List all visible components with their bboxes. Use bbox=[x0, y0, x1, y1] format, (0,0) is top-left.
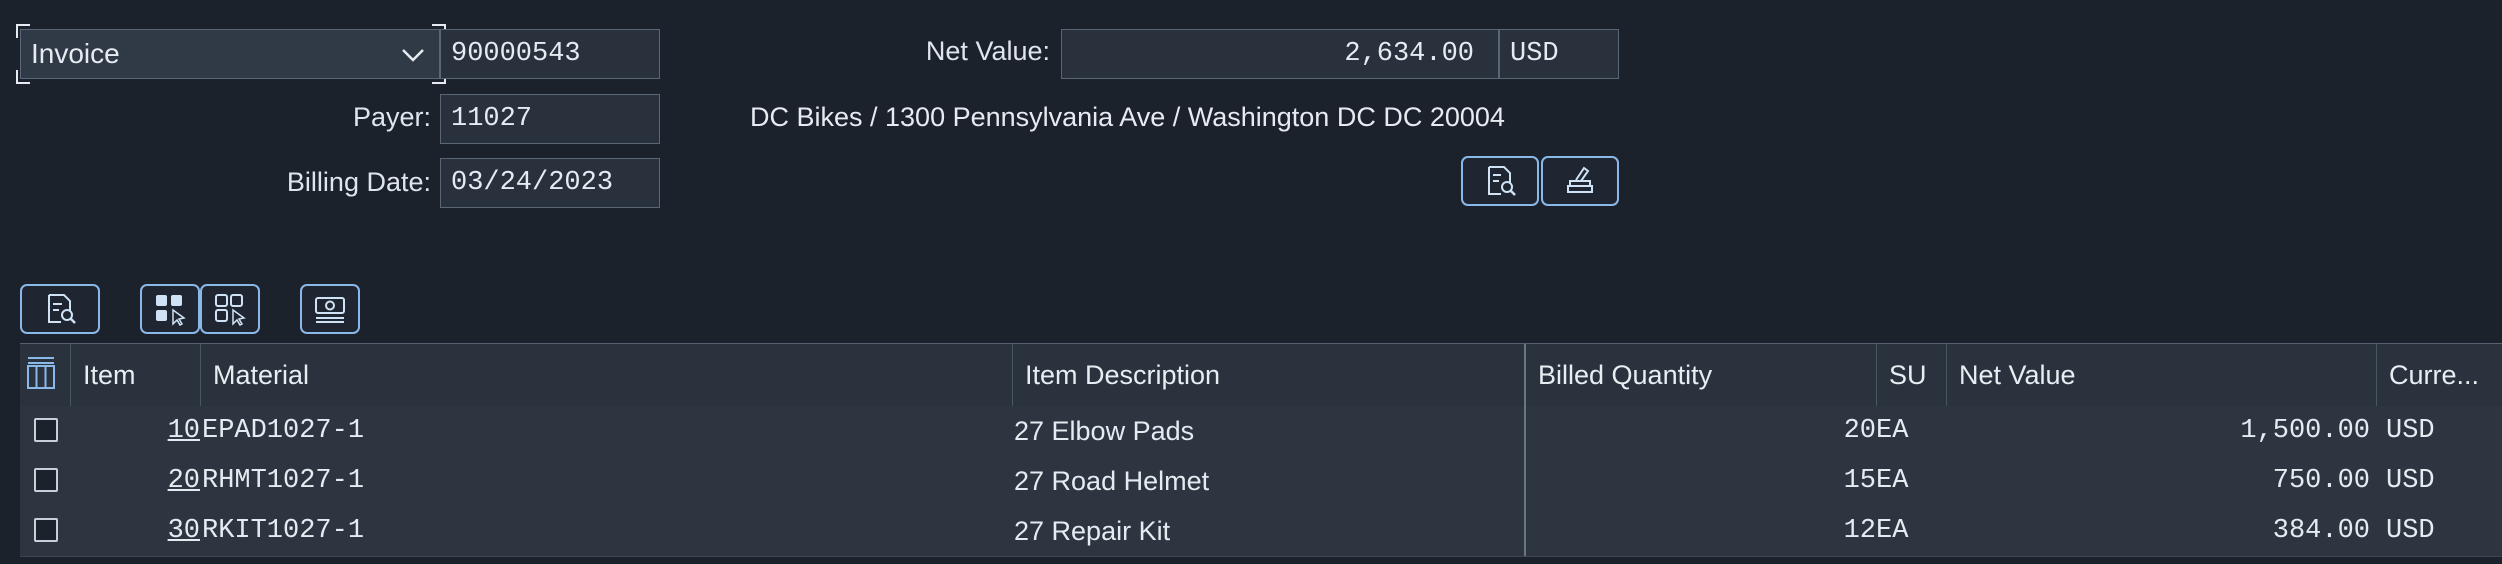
table-row[interactable]: 10 EPAD1027-1 27 Elbow Pads 20 EA 1,500.… bbox=[20, 406, 2502, 457]
column-header-billed-quantity[interactable]: Billed Quantity bbox=[1524, 344, 1896, 406]
column-header-currency[interactable]: Curre... bbox=[2376, 344, 2502, 406]
net-value-field: 2,634.00 bbox=[1061, 29, 1499, 79]
cell-billed-quantity: 12 bbox=[1524, 506, 1876, 556]
cell-currency: USD bbox=[2386, 416, 2435, 446]
focus-corner bbox=[16, 24, 30, 38]
cell-su: EA bbox=[1876, 466, 1909, 496]
currency-field: USD bbox=[1499, 29, 1619, 79]
row-select-checkbox[interactable] bbox=[34, 418, 58, 442]
focus-corner bbox=[16, 70, 30, 84]
cell-currency: USD bbox=[2386, 466, 2435, 496]
cell-su: EA bbox=[1876, 516, 1909, 546]
table-row[interactable]: 20 RHMT1027-1 27 Road Helmet 15 EA 750.0… bbox=[20, 456, 2502, 507]
details-icon bbox=[48, 294, 76, 324]
cell-su: EA bbox=[1876, 416, 1909, 446]
select-all-icon bbox=[156, 295, 186, 326]
billing-date-field[interactable]: 03/24/2023 bbox=[440, 158, 660, 208]
cell-billed-quantity: 15 bbox=[1524, 456, 1876, 506]
table-row[interactable]: 30 RKIT1027-1 27 Repair Kit 12 EA 384.00… bbox=[20, 506, 2502, 557]
deselect-all-button[interactable] bbox=[200, 284, 260, 334]
cell-item[interactable]: 10 bbox=[70, 406, 200, 456]
document-type-value: Invoice bbox=[31, 38, 120, 69]
column-header-material[interactable]: Material bbox=[200, 344, 1012, 406]
cell-currency: USD bbox=[2386, 516, 2435, 546]
cell-description: 27 Road Helmet bbox=[1014, 466, 1210, 496]
payer-field[interactable]: 11027 bbox=[440, 94, 660, 144]
document-search-icon bbox=[1488, 166, 1516, 196]
pricing-icon bbox=[315, 297, 345, 323]
billing-date-label: Billing Date: bbox=[286, 167, 431, 197]
column-settings-icon bbox=[27, 357, 55, 389]
cell-item[interactable]: 30 bbox=[70, 506, 200, 556]
column-header-su[interactable]: SU bbox=[1876, 344, 1946, 406]
cell-description: 27 Elbow Pads bbox=[1014, 416, 1195, 446]
cell-material: RHMT1027-1 bbox=[202, 466, 365, 496]
column-settings-button[interactable] bbox=[26, 354, 56, 392]
row-select-checkbox[interactable] bbox=[34, 468, 58, 492]
deselect-all-icon bbox=[215, 294, 246, 326]
payer-address: DC Bikes / 1300 Pennsylvania Ave / Washi… bbox=[750, 102, 1505, 132]
column-header-description[interactable]: Item Description bbox=[1012, 344, 1524, 406]
cell-description: 27 Repair Kit bbox=[1014, 516, 1171, 546]
clear-button[interactable] bbox=[1541, 156, 1619, 206]
row-select-checkbox[interactable] bbox=[34, 518, 58, 542]
item-details-button[interactable] bbox=[20, 284, 100, 334]
pricing-button[interactable] bbox=[300, 284, 360, 334]
cell-material: RKIT1027-1 bbox=[202, 516, 365, 546]
net-value-label: Net Value: bbox=[925, 36, 1050, 66]
clear-icon bbox=[1567, 166, 1593, 193]
column-header-item[interactable]: Item bbox=[70, 344, 200, 406]
document-number-field[interactable]: 90000543 bbox=[440, 29, 660, 79]
cell-net-value: 1,500.00 bbox=[2240, 416, 2370, 446]
display-document-button[interactable] bbox=[1461, 156, 1539, 206]
cell-net-value: 750.00 bbox=[2272, 466, 2370, 496]
document-type-dropdown[interactable]: Invoice bbox=[20, 29, 440, 79]
chevron-down-icon bbox=[402, 49, 424, 62]
payer-label: Payer: bbox=[352, 102, 431, 132]
cell-billed-quantity: 20 bbox=[1524, 406, 1876, 456]
column-header-net-value[interactable]: Net Value bbox=[1946, 344, 2376, 406]
cell-item[interactable]: 20 bbox=[70, 456, 200, 506]
cell-material: EPAD1027-1 bbox=[202, 416, 365, 446]
items-table-header: Item Material Item Description Billed Qu… bbox=[20, 343, 2502, 407]
select-all-button[interactable] bbox=[140, 284, 200, 334]
cell-net-value: 384.00 bbox=[2272, 516, 2370, 546]
